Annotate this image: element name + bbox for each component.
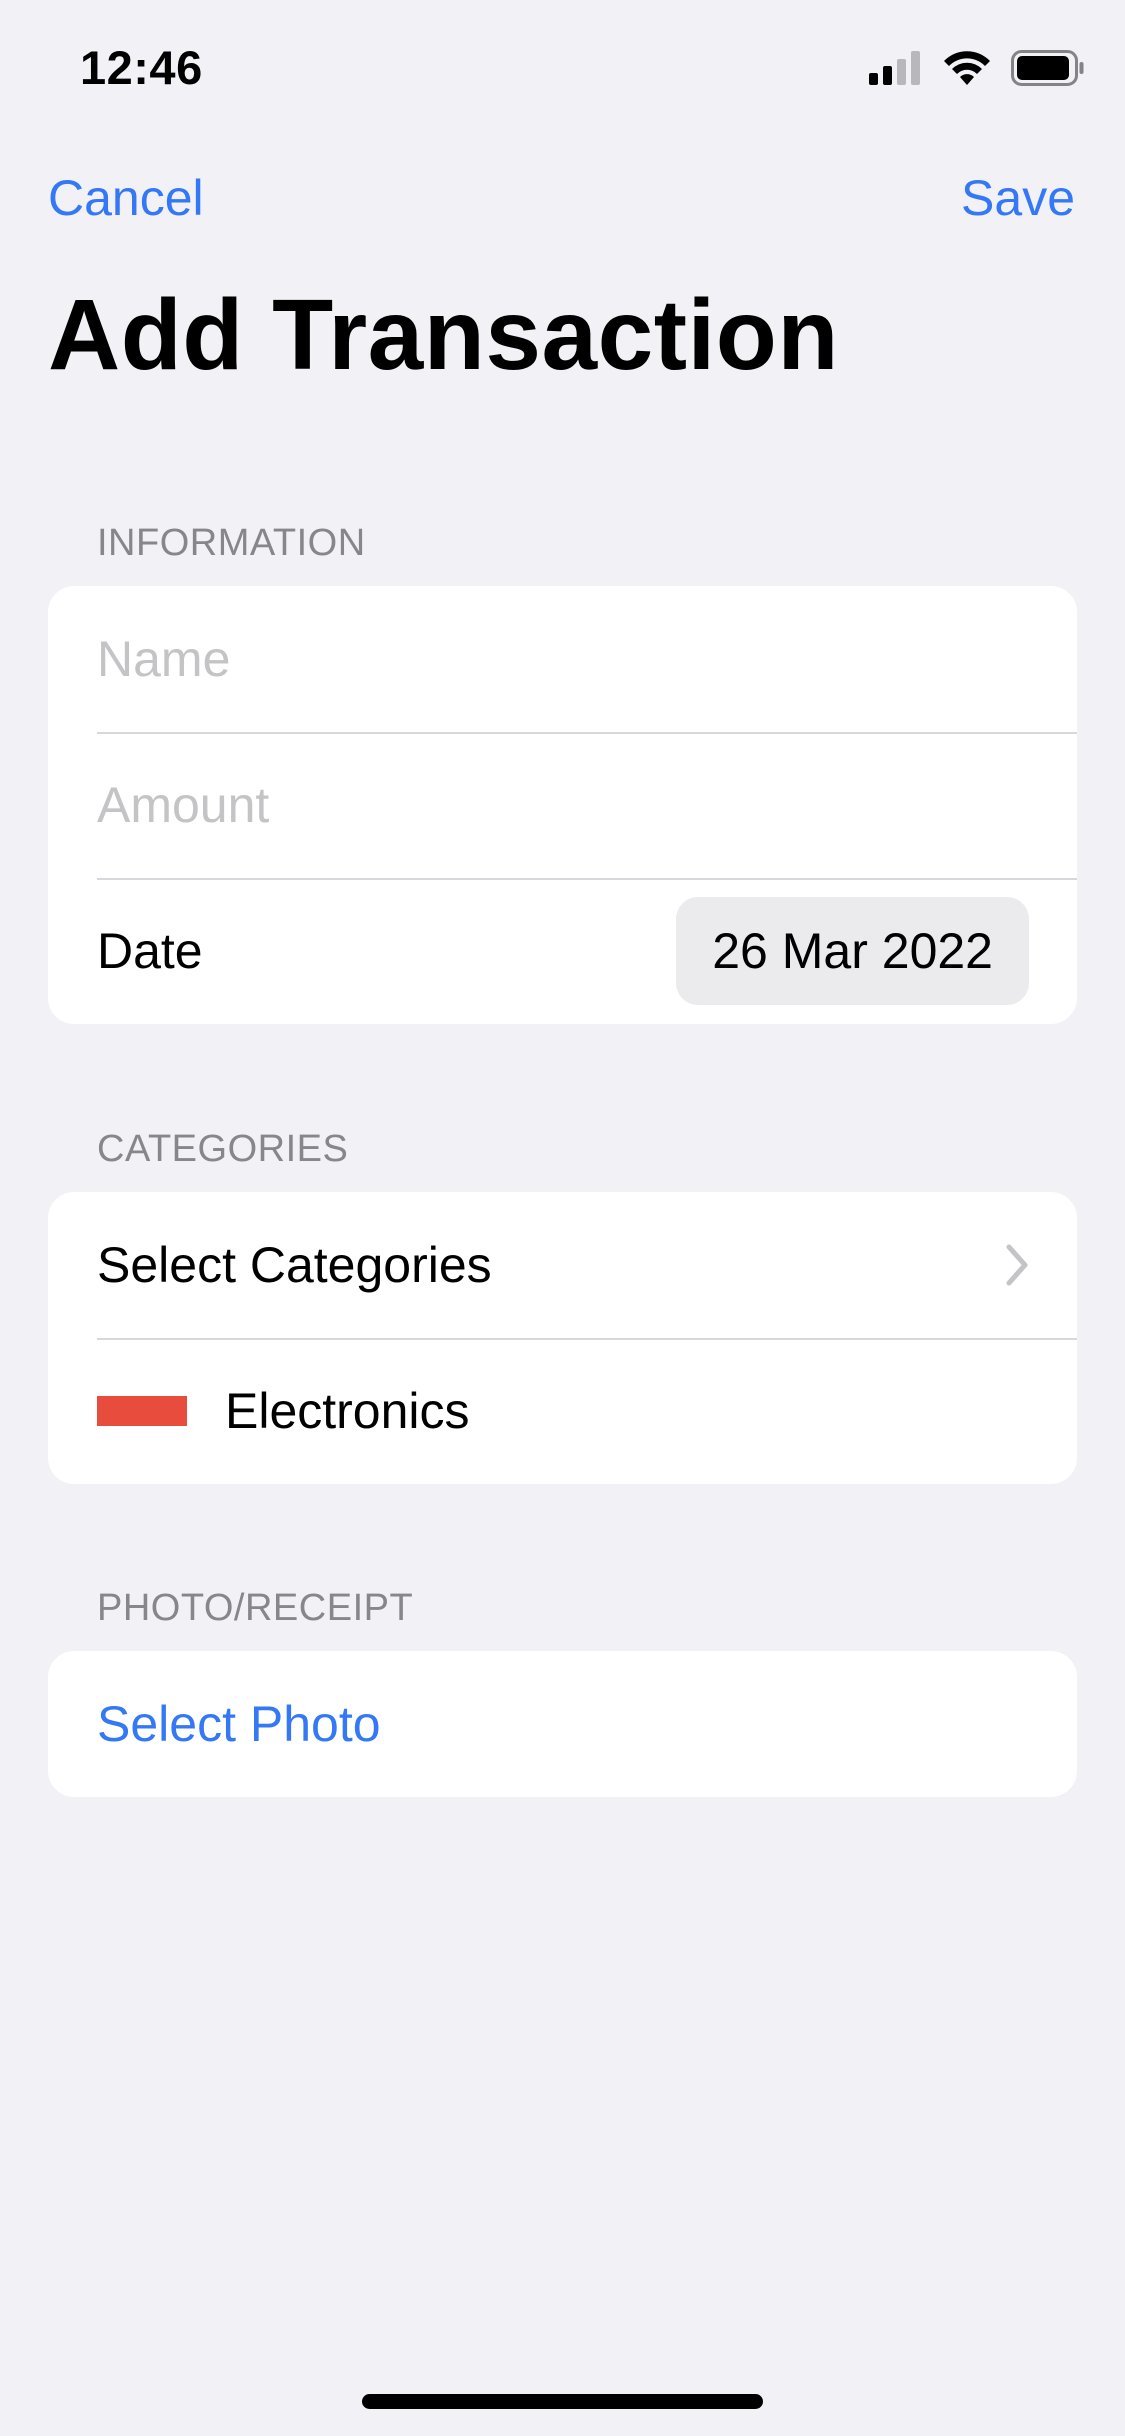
photo-card: Select Photo [48,1651,1077,1797]
page-title: Add Transaction [48,279,839,391]
date-value: 26 Mar 2022 [712,923,993,979]
status-time: 12:46 [80,41,203,94]
status-icons [869,48,1085,88]
information-card: Date 26 Mar 2022 [48,586,1077,1024]
section-header-categories: CATEGORIES [97,1128,349,1170]
select-categories-row[interactable]: Select Categories [48,1192,1077,1338]
wifi-icon [944,51,990,85]
category-color-swatch [97,1396,187,1426]
cellular-signal-icon [869,51,920,85]
amount-row[interactable] [48,732,1077,878]
battery-icon [1011,50,1084,86]
name-row[interactable] [48,586,1077,732]
date-label: Date [97,923,203,979]
select-photo-row[interactable]: Select Photo [48,1651,1077,1797]
date-row: Date 26 Mar 2022 [48,878,1077,1024]
select-photo-button[interactable]: Select Photo [97,1695,381,1753]
category-label: Electronics [225,1383,470,1439]
date-picker-button[interactable]: 26 Mar 2022 [676,897,1029,1005]
amount-input[interactable] [97,776,1037,834]
chevron-right-icon [1006,1244,1028,1286]
categories-card: Select Categories Electronics [48,1192,1077,1484]
home-indicator [362,2394,763,2409]
category-item[interactable]: Electronics [48,1338,1077,1484]
select-categories-label: Select Categories [97,1237,492,1293]
save-button[interactable]: Save [961,168,1075,228]
name-input[interactable] [97,630,1037,688]
cancel-button[interactable]: Cancel [48,168,204,228]
section-header-information: INFORMATION [97,522,366,564]
section-header-photo: PHOTO/RECEIPT [97,1587,414,1629]
